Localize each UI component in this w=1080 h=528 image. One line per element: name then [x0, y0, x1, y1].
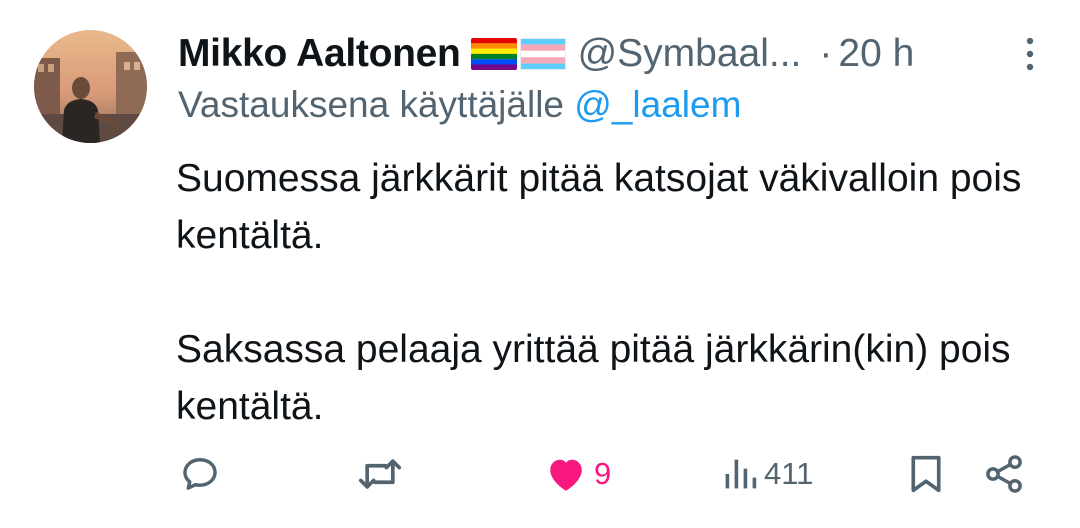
replying-to: Vastauksena käyttäjälle @_laalem — [178, 84, 741, 126]
bookmark-button[interactable] — [906, 446, 946, 502]
bookmark-icon — [911, 455, 941, 493]
separator-dot: · — [819, 32, 833, 75]
like-button[interactable]: 9 — [544, 446, 611, 502]
reply-button[interactable] — [178, 446, 222, 502]
views-icon — [725, 459, 757, 489]
retweet-icon — [358, 459, 402, 489]
author-flags — [470, 38, 566, 70]
avatar-photo — [34, 30, 147, 143]
transgender-flag-icon — [519, 38, 566, 70]
author-handle[interactable]: @Symbaal... — [578, 32, 802, 76]
like-count: 9 — [594, 456, 612, 491]
author-name[interactable]: Mikko Aaltonen — [178, 32, 461, 76]
views-button[interactable]: 411 — [722, 446, 813, 502]
share-icon — [986, 455, 1022, 493]
replying-prefix: Vastauksena käyttäjälle — [178, 84, 564, 125]
tweet-paragraph: Saksassa pelaaja yrittää pitää järkkärin… — [176, 328, 1011, 428]
tweet-paragraph: Suomessa järkkärit pitää katsojat väkiva… — [176, 157, 1022, 257]
replying-mention[interactable]: @_laalem — [574, 84, 741, 125]
heart-icon — [550, 459, 582, 491]
action-bar: 9 411 — [0, 446, 1080, 502]
avatar[interactable] — [34, 30, 147, 143]
rainbow-flag-icon — [470, 38, 517, 70]
more-options-icon[interactable] — [1024, 34, 1036, 74]
share-button[interactable] — [982, 446, 1026, 502]
views-count: 411 — [764, 456, 814, 491]
tweet-header: Mikko Aaltonen @Symbaal... · 20 h — [178, 26, 1050, 82]
reply-icon — [183, 457, 217, 490]
retweet-button[interactable] — [356, 446, 404, 502]
tweet-text: Suomessa järkkärit pitää katsojat väkiva… — [176, 150, 1056, 435]
timestamp[interactable]: 20 h — [838, 32, 914, 76]
